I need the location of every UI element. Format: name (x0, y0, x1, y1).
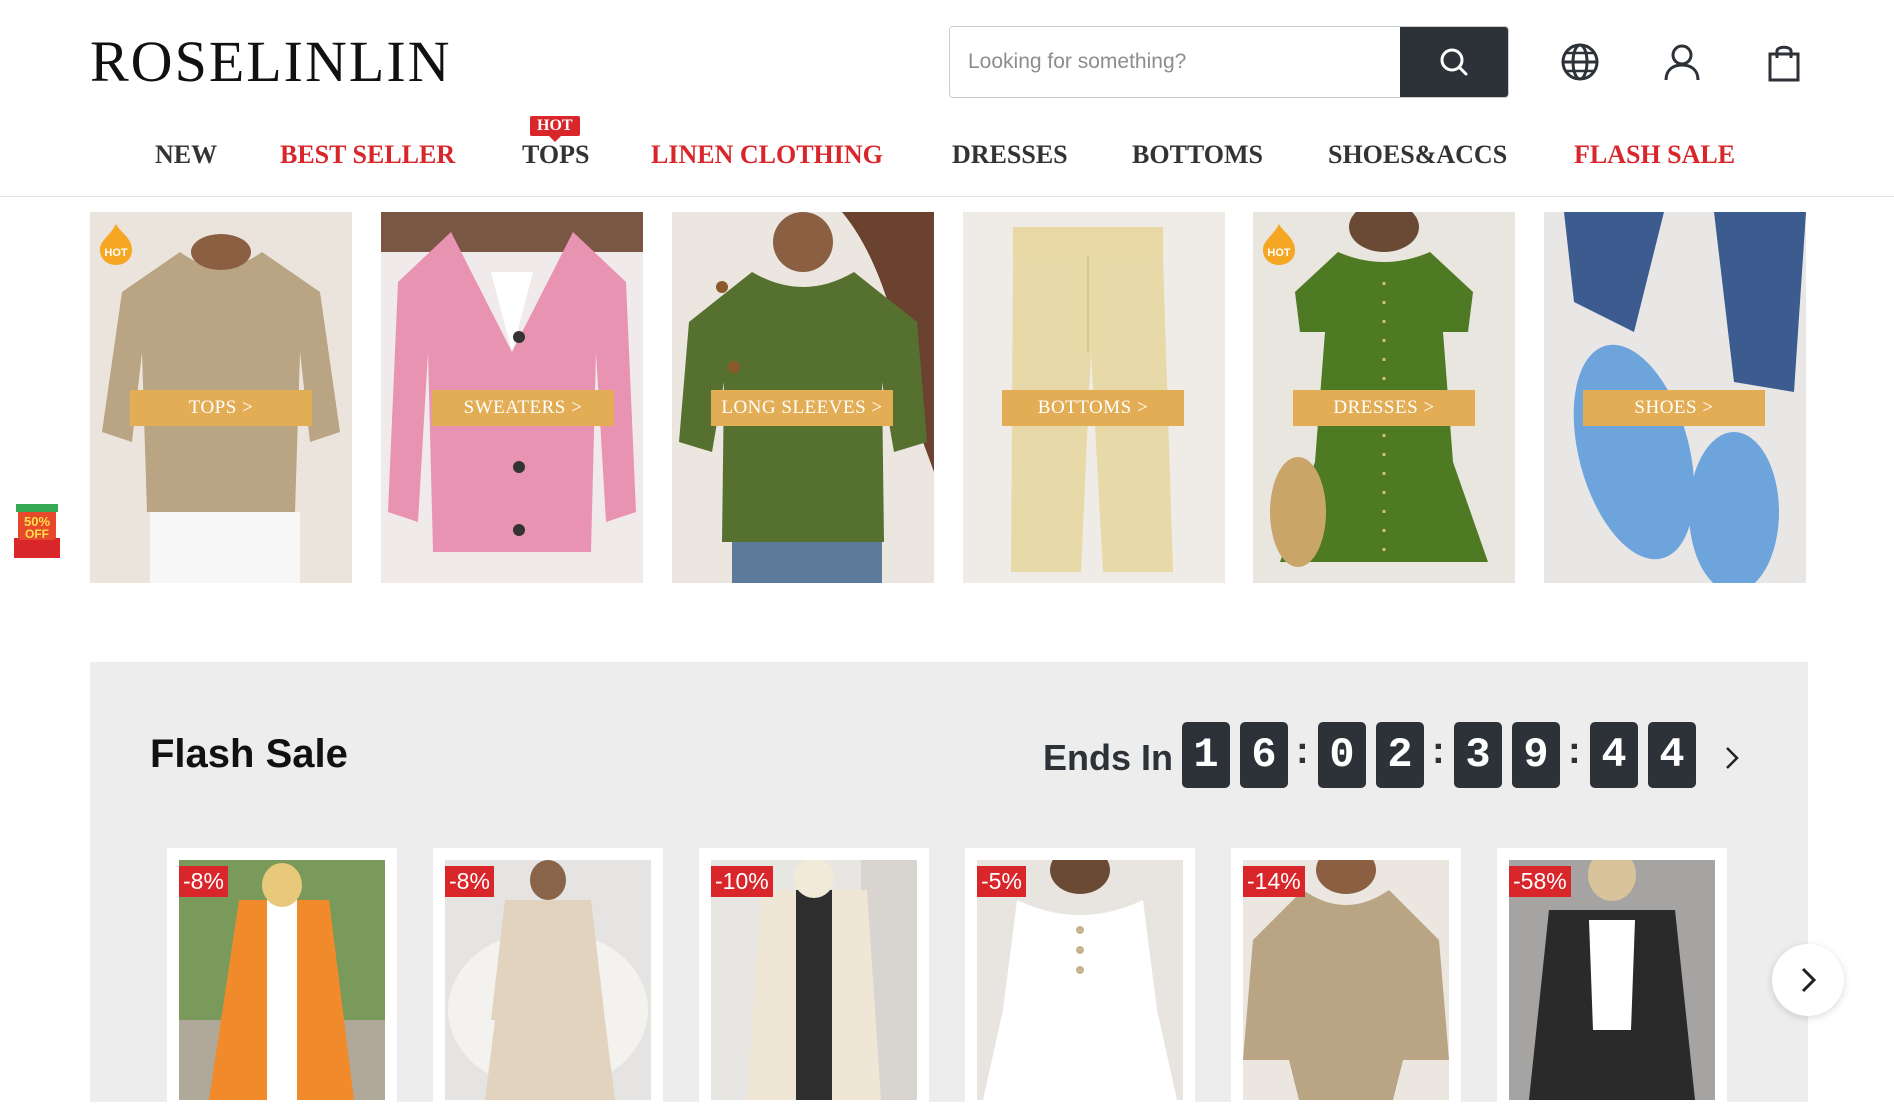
promo-gift-badge[interactable]: 50% OFF (12, 498, 62, 560)
brand-logo[interactable]: ROSELINLIN (90, 28, 452, 95)
countdown-digit: 6 (1240, 722, 1288, 788)
chevron-right-icon[interactable] (1722, 744, 1742, 772)
category-button-bottoms[interactable]: BOTTOMS > (1002, 390, 1184, 426)
product-card[interactable]: -58% (1497, 848, 1727, 1108)
countdown-colon: : (1296, 730, 1309, 772)
discount-badge: -5% (977, 866, 1026, 897)
search-button[interactable] (1400, 27, 1508, 97)
countdown-digit: 3 (1454, 722, 1502, 788)
ends-in-label: Ends In (1043, 737, 1174, 778)
countdown-digit: 9 (1512, 722, 1560, 788)
discount-badge: -58% (1509, 866, 1571, 897)
nav-item-tops[interactable]: TOPS (522, 140, 589, 170)
countdown-digit: 1 (1182, 722, 1230, 788)
discount-badge: -14% (1243, 866, 1305, 897)
nav-item-linen-clothing[interactable]: LINEN CLOTHING (651, 140, 883, 170)
discount-badge: -10% (711, 866, 773, 897)
countdown-colon: : (1432, 730, 1445, 772)
countdown-colon: : (1568, 730, 1581, 772)
hot-flame-icon: HOT (1263, 224, 1295, 265)
discount-badge: -8% (445, 866, 494, 897)
flash-sale-section: Flash Sale Ends In 1 6 : 0 2 : 3 9 : 4 4… (90, 662, 1808, 1108)
category-button-sweaters[interactable]: SWEATERS > (432, 390, 614, 426)
product-card[interactable]: -10% (699, 848, 929, 1108)
hot-tag: HOT (530, 116, 580, 142)
account-button[interactable] (1660, 40, 1704, 84)
product-card[interactable]: -8% (167, 848, 397, 1108)
promo-text-bottom: OFF (25, 527, 49, 541)
carousel-next-button[interactable] (1772, 944, 1844, 1016)
category-button-shoes[interactable]: SHOES > (1583, 390, 1765, 426)
shopping-bag-icon (1768, 45, 1800, 82)
product-card[interactable]: -14% (1231, 848, 1461, 1108)
cart-button[interactable] (1762, 40, 1806, 84)
discount-badge: -8% (179, 866, 228, 897)
nav-item-dresses[interactable]: DRESSES (952, 140, 1068, 170)
nav-item-new[interactable]: NEW (155, 140, 217, 170)
product-card[interactable]: -5% (965, 848, 1195, 1108)
search-input[interactable] (950, 27, 1400, 97)
product-card[interactable]: -8% (433, 848, 663, 1108)
nav-item-shoes-accs[interactable]: SHOES&ACCS (1328, 140, 1507, 170)
category-button-dresses[interactable]: DRESSES > (1293, 390, 1475, 426)
category-button-long-sleeves[interactable]: LONG SLEEVES > (711, 390, 893, 426)
nav-item-bottoms[interactable]: BOTTOMS (1132, 140, 1263, 170)
nav-item-best-seller[interactable]: BEST SELLER (280, 140, 455, 170)
language-button[interactable] (1558, 40, 1602, 84)
search-icon (1440, 48, 1468, 76)
category-button-tops[interactable]: TOPS > (130, 390, 312, 426)
chevron-right-icon (1801, 967, 1817, 993)
flash-sale-title: Flash Sale (150, 732, 348, 776)
countdown-digit: 4 (1590, 722, 1638, 788)
hot-flame-icon: HOT (100, 224, 132, 265)
globe-icon (1561, 43, 1599, 81)
main-nav: NEW BEST SELLER TOPS LINEN CLOTHING DRES… (0, 140, 1894, 182)
user-icon (1664, 44, 1700, 81)
countdown-digit: 4 (1648, 722, 1696, 788)
gift-icon: 50% OFF (14, 504, 60, 558)
svg-text:HOT: HOT (104, 247, 128, 259)
nav-item-flash-sale[interactable]: FLASH SALE (1574, 140, 1735, 170)
countdown-digit: 0 (1318, 722, 1366, 788)
search-bar (949, 26, 1509, 98)
site-header: ROSELINLIN HOT NEW BEST SELLER TOPS LINE… (0, 0, 1894, 197)
countdown-digit: 2 (1376, 722, 1424, 788)
svg-text:HOT: HOT (1267, 247, 1291, 259)
